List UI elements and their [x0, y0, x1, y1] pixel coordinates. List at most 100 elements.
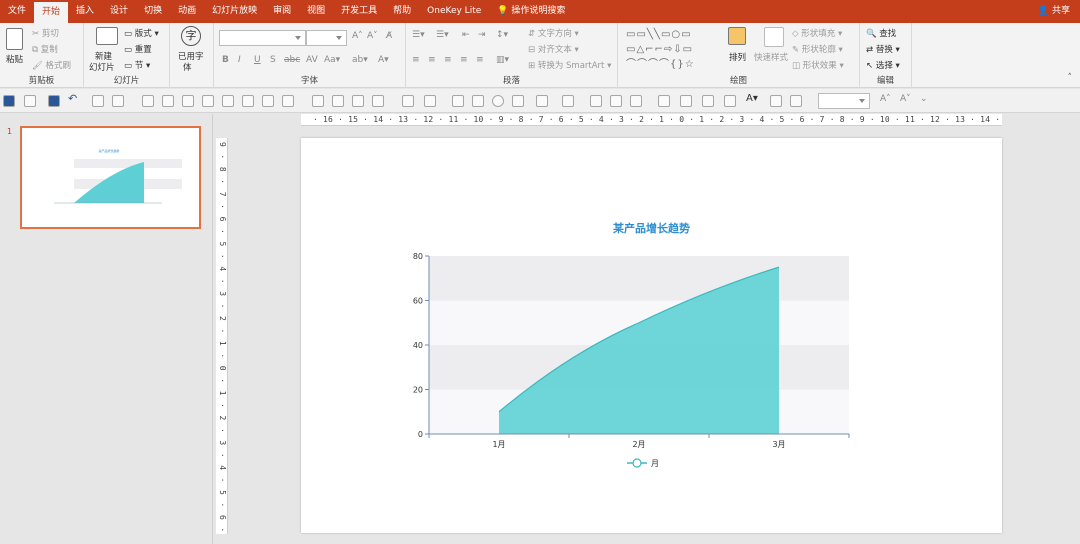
tab-file[interactable]: 文件 — [0, 0, 34, 23]
paste-icon[interactable] — [6, 28, 23, 50]
tab-developer[interactable]: 开发工具 — [333, 0, 385, 23]
justify-icon[interactable]: ≡ — [460, 55, 468, 65]
qat-grow-font-icon[interactable]: A˄ — [880, 94, 892, 106]
font-color-icon[interactable]: A▾ — [378, 55, 389, 65]
oval-shape-icon[interactable] — [492, 95, 504, 107]
save-icon[interactable] — [48, 95, 60, 107]
qat-tool-16-icon[interactable] — [536, 95, 548, 107]
rectangle-shape-icon[interactable] — [452, 95, 464, 107]
slide-canvas[interactable]: 某产品增长趋势 0 20 40 60 80 1月 2月 3月月 — [301, 138, 1002, 533]
line-spacing-icon[interactable]: ↕▾ — [496, 30, 508, 40]
numbering-icon[interactable]: ☰▾ — [436, 30, 449, 40]
shapes-gallery[interactable]: ▭▭╲╲▭○▭ ▭△⌐⌐⇨⇩▭ ⌒⌒⌒⌒{}☆ — [626, 27, 724, 73]
tab-animations[interactable]: 动画 — [170, 0, 204, 23]
change-case-icon[interactable]: Aa▾ — [324, 55, 340, 65]
distributed-icon[interactable]: ≡ — [476, 55, 484, 65]
decrease-indent-icon[interactable]: ⇤ — [462, 30, 470, 40]
qat-tool-9-icon[interactable] — [312, 95, 324, 107]
new-slide-icon[interactable] — [96, 27, 118, 45]
tab-view[interactable]: 视图 — [299, 0, 333, 23]
qat-tool-25-icon[interactable] — [770, 95, 782, 107]
qat-tool-20-icon[interactable] — [630, 95, 642, 107]
smartart-button[interactable]: ⊞ 转换为 SmartArt ▾ — [528, 59, 611, 71]
undo-icon[interactable]: ↶ — [68, 92, 80, 105]
find-button[interactable]: 🔍 查找 — [866, 27, 896, 39]
qat-tool-11-icon[interactable] — [352, 95, 364, 107]
tab-insert[interactable]: 插入 — [68, 0, 102, 23]
qat-shrink-font-icon[interactable]: A˅ — [900, 94, 912, 106]
increase-indent-icon[interactable]: ⇥ — [478, 30, 486, 40]
rounded-rect-shape-icon[interactable] — [472, 95, 484, 107]
reset-button[interactable]: ▭ 重置 — [124, 43, 152, 55]
shape-fill-button[interactable]: ◇ 形状填充 ▾ — [792, 27, 842, 39]
quick-styles-icon[interactable] — [764, 27, 784, 47]
presenter-icon[interactable] — [112, 95, 124, 107]
redo-icon[interactable] — [92, 95, 104, 107]
tell-me-box[interactable]: 💡 操作说明搜索 — [489, 0, 573, 23]
slide-thumbnail[interactable]: 某产品增长趋势 — [20, 126, 201, 229]
font-family-select[interactable] — [219, 30, 306, 46]
shadow-icon[interactable]: S — [270, 55, 276, 65]
qat-tool-12-icon[interactable] — [372, 95, 384, 107]
underline-icon[interactable]: U — [254, 55, 261, 65]
area-chart[interactable]: 0 20 40 60 80 1月 2月 3月月 — [301, 138, 1002, 533]
align-left-icon[interactable]: ≡ — [412, 55, 420, 65]
italic-icon[interactable]: I — [238, 55, 241, 65]
font-size-select[interactable] — [306, 30, 347, 46]
qat-tool-26-icon[interactable] — [790, 95, 802, 107]
app-icon[interactable] — [3, 95, 15, 107]
shape-outline-button[interactable]: ✎ 形状轮廓 ▾ — [792, 43, 843, 55]
layout-button[interactable]: ▭ 版式 ▾ — [124, 27, 159, 39]
qat-tool-18-icon[interactable] — [590, 95, 602, 107]
tab-review[interactable]: 审阅 — [265, 0, 299, 23]
qat-tool-7-icon[interactable] — [262, 95, 274, 107]
shape-effects-button[interactable]: ◫ 形状效果 ▾ — [792, 59, 844, 71]
arrange-button[interactable]: 排列 — [729, 51, 746, 63]
tab-help[interactable]: 帮助 — [385, 0, 419, 23]
qat-tool-17-icon[interactable] — [562, 95, 574, 107]
open-icon[interactable] — [24, 95, 36, 107]
qat-tool-2-icon[interactable] — [162, 95, 174, 107]
columns-icon[interactable]: ▥▾ — [496, 55, 509, 65]
qat-tool-24-icon[interactable] — [724, 95, 736, 107]
replace-button[interactable]: ⇄ 替换 ▾ — [866, 43, 900, 55]
arrange-icon[interactable] — [728, 27, 746, 45]
tab-home[interactable]: 开始 — [34, 2, 69, 23]
qat-tool-19-icon[interactable] — [610, 95, 622, 107]
font-used-icon[interactable]: 字 — [181, 26, 201, 46]
increase-font-icon[interactable]: A˄ — [352, 31, 363, 41]
qat-tool-14-icon[interactable] — [424, 95, 436, 107]
align-text-button[interactable]: ⊟ 对齐文本 ▾ — [528, 43, 579, 55]
qat-tool-23-icon[interactable] — [702, 95, 714, 107]
tab-transitions[interactable]: 切换 — [136, 0, 170, 23]
decrease-font-icon[interactable]: A˅ — [367, 31, 378, 41]
tab-design[interactable]: 设计 — [102, 0, 136, 23]
collapse-ribbon-icon[interactable]: ˄ — [1068, 73, 1073, 83]
qat-tool-3-icon[interactable] — [182, 95, 194, 107]
select-button[interactable]: ↖ 选择 ▾ — [866, 59, 900, 71]
copy-button[interactable]: ⧉ 复制 — [32, 43, 58, 55]
qat-tool-13-icon[interactable] — [402, 95, 414, 107]
qat-tool-21-icon[interactable] — [658, 95, 670, 107]
align-center-icon[interactable]: ≡ — [428, 55, 436, 65]
highlight-icon[interactable]: ab▾ — [352, 55, 368, 65]
qat-tool-1-icon[interactable] — [142, 95, 154, 107]
qat-more-icon[interactable]: ⌄ — [920, 94, 932, 106]
char-spacing-icon[interactable]: AV — [306, 55, 318, 65]
qat-combo[interactable] — [818, 93, 870, 109]
tab-slideshow[interactable]: 幻灯片放映 — [204, 0, 265, 23]
section-button[interactable]: ▭ 节 ▾ — [124, 59, 150, 71]
clear-format-icon[interactable]: A̸ — [386, 31, 392, 41]
qat-tool-15-icon[interactable] — [512, 95, 524, 107]
font-color-qat-icon[interactable]: A▾ — [746, 93, 758, 105]
qat-tool-4-icon[interactable] — [202, 95, 214, 107]
new-slide-label-2[interactable]: 幻灯片 — [89, 61, 115, 73]
text-direction-button[interactable]: ⇵ 文字方向 ▾ — [528, 27, 579, 39]
qat-tool-5-icon[interactable] — [222, 95, 234, 107]
qat-tool-22-icon[interactable] — [680, 95, 692, 107]
share-button[interactable]: 👤 共享 — [1038, 0, 1070, 23]
qat-tool-10-icon[interactable] — [332, 95, 344, 107]
strikethrough-icon[interactable]: abc — [284, 55, 300, 65]
bullets-icon[interactable]: ☰▾ — [412, 30, 425, 40]
quick-styles-button[interactable]: 快速样式 — [754, 51, 788, 63]
